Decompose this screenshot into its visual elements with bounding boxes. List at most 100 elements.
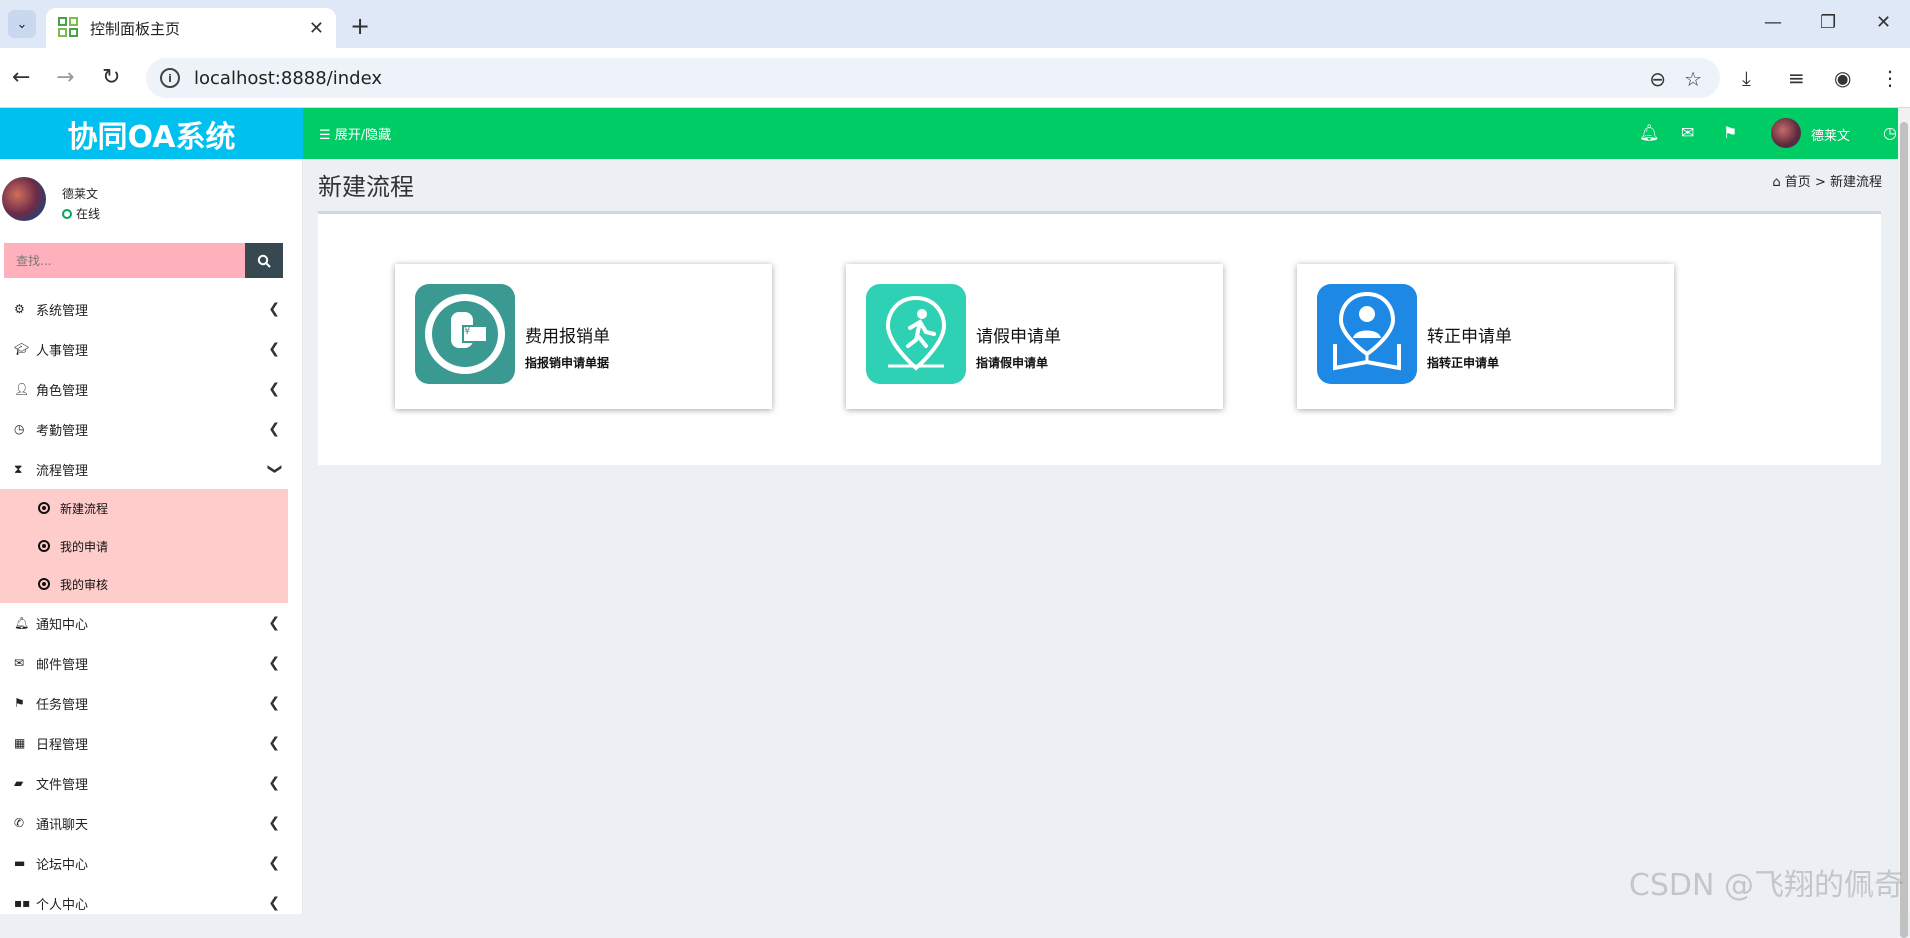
sidebar-item-label: 邮件管理 [36,654,88,673]
calendar-icon: ▦ [14,736,36,750]
chevron-left-icon: ❮ [268,301,280,317]
sidebar-item-label: 角色管理 [36,380,88,399]
url-text: localhost:8888/index [194,68,382,89]
minimize-icon[interactable]: — [1764,12,1782,33]
address-bar[interactable]: i localhost:8888/index ⊖ ☆ [146,58,1720,98]
bell-icon[interactable]: 🔔︎ [1639,123,1659,142]
sidebar-item-system[interactable]: ⚙ 系统管理 ❮ [0,289,288,329]
card-title: 转正申请单 [1427,322,1512,347]
grid-icon: ▪▪ [14,896,36,910]
chevron-left-icon: ❮ [268,775,280,791]
bell-icon: 🔔︎ [14,616,36,630]
scrollbar-thumb[interactable] [1900,122,1908,938]
search-input[interactable] [4,243,245,278]
forward-icon[interactable]: → [56,65,74,90]
folder-icon: ▰ [14,776,36,790]
restore-icon[interactable]: ❐ [1820,12,1836,33]
process-submenu: 新建流程 我的申请 我的审核 [0,489,288,603]
sidebar-item-tasks[interactable]: ⚑ 任务管理 ❮ [0,683,288,723]
chevron-down-icon: ❮ [266,463,282,475]
sidebar-item-label: 人事管理 [36,340,88,359]
reload-icon[interactable]: ↻ [102,65,120,90]
chevron-left-icon: ❮ [268,421,280,437]
sidebar-item-label: 考勤管理 [36,420,88,439]
card-leave[interactable]: 请假申请单 指请假申请单 [846,264,1223,409]
sidebar-subitem-new-process[interactable]: 新建流程 [0,489,288,527]
profile-icon[interactable]: ◉ [1834,66,1851,90]
chevron-left-icon: ❮ [268,655,280,671]
phone-icon: ✆ [14,816,36,830]
sidebar-item-chat[interactable]: ✆ 通讯聊天 ❮ [0,803,288,843]
sidebar-item-label: 任务管理 [36,694,88,713]
sidebar-subitem-my-reviews[interactable]: 我的审核 [0,565,288,603]
circle-dot-icon [38,502,50,514]
header-avatar[interactable] [1771,118,1801,148]
chevron-left-icon: ❮ [268,815,280,831]
sidebar-menu: ⚙ 系统管理 ❮ 🎓︎ 人事管理 ❮ 👤︎ 角色管理 ❮ ◷ 考勤管理 ❮ ⧗ … [0,289,288,923]
new-tab-button[interactable]: + [350,12,370,40]
sidebar-item-notifications[interactable]: 🔔︎ 通知中心 ❮ [0,603,288,643]
sidebar-item-attendance[interactable]: ◷ 考勤管理 ❮ [0,409,288,449]
sidebar-item-schedule[interactable]: ▦ 日程管理 ❮ [0,723,288,763]
flag-icon[interactable]: ⚑ [1723,123,1737,142]
sidebar-item-label: 系统管理 [36,300,88,319]
download-icon[interactable]: ⤓ [1742,66,1751,90]
sidebar-item-personal[interactable]: ▪▪ 个人中心 ❮ [0,883,288,923]
search-button[interactable] [245,243,283,278]
bookmark-star-icon[interactable]: ☆ [1684,67,1702,91]
more-menu-icon[interactable]: ⋮ [1880,66,1900,90]
sidebar-item-label: 文件管理 [36,774,88,793]
breadcrumb-current: 新建流程 [1830,175,1882,190]
bars-icon: ☰ [319,128,335,143]
subitem-label: 新建流程 [60,500,108,517]
user-status: 在线 [62,205,100,222]
media-icon[interactable]: ≡ [1788,66,1805,90]
svg-text:¥: ¥ [464,326,470,337]
close-window-icon[interactable]: ✕ [1876,12,1891,33]
sidebar-subitem-my-requests[interactable]: 我的申请 [0,527,288,565]
sidebar-item-hr[interactable]: 🎓︎ 人事管理 ❮ [0,329,288,369]
flag-icon: ⚑ [14,696,36,710]
sidebar-item-label: 流程管理 [36,460,88,479]
clock-icon[interactable]: ◷ [1883,123,1897,142]
page-scrollbar[interactable] [1898,108,1910,914]
sidebar-item-mail[interactable]: ✉ 邮件管理 ❮ [0,643,288,683]
breadcrumb-separator: > [1815,175,1826,190]
browser-toolbar: ← → ↻ i localhost:8888/index ⊖ ☆ ⤓ ≡ ◉ ⋮ [0,48,1910,108]
site-info-icon[interactable]: i [160,68,180,88]
sidebar: 德莱文 在线 ⚙ 系统管理 ❮ 🎓︎ 人事管理 ❮ 👤︎ 角色管理 ❮ ◷ 考勤… [0,159,303,914]
user-panel: 德莱文 在线 [0,177,303,227]
sidebar-item-process[interactable]: ⧗ 流程管理 ❮ [0,449,288,489]
sidebar-toggle-button[interactable]: ☰ 展开/隐藏 [319,124,391,143]
app-logo[interactable]: 协同OA系统 [0,108,303,159]
back-icon[interactable]: ← [12,65,30,90]
header-username[interactable]: 德莱文 [1811,125,1850,144]
leave-icon [866,284,966,384]
clock-icon: ◷ [14,422,36,436]
zoom-icon[interactable]: ⊖ [1649,67,1666,91]
app-header: ☰ 展开/隐藏 🔔︎ ✉ ⚑ 德莱文 ◷ [303,108,1910,159]
tab-search-button[interactable]: ⌄ [8,10,36,38]
chevron-left-icon: ❮ [268,341,280,357]
sidebar-item-forum[interactable]: ▬ 论坛中心 ❮ [0,843,288,883]
content-box: ¥ 费用报销单 指报销申请单据 请假申请单 指请假申请单 [318,211,1881,465]
sidebar-item-files[interactable]: ▰ 文件管理 ❮ [0,763,288,803]
chevron-left-icon: ❮ [268,381,280,397]
online-status-icon [62,209,72,219]
sidebar-item-label: 个人中心 [36,894,88,913]
card-expense[interactable]: ¥ 费用报销单 指报销申请单据 [395,264,772,409]
breadcrumb-home-link[interactable]: 首页 [1785,175,1811,190]
card-regularization[interactable]: 转正申请单 指转正申请单 [1297,264,1674,409]
home-icon: ⌂ [1772,175,1780,190]
favicon-icon [58,17,80,39]
subitem-label: 我的审核 [60,576,108,593]
gear-icon: ⚙ [14,302,36,316]
chevron-left-icon: ❮ [268,855,280,871]
chevron-left-icon: ❮ [268,615,280,631]
envelope-icon[interactable]: ✉ [1681,123,1694,142]
browser-tab[interactable]: 控制面板主页 ✕ [46,8,336,48]
sidebar-item-roles[interactable]: 👤︎ 角色管理 ❮ [0,369,288,409]
envelope-icon: ✉ [14,656,36,670]
close-tab-icon[interactable]: ✕ [309,18,324,39]
comment-icon: ▬ [14,856,36,870]
